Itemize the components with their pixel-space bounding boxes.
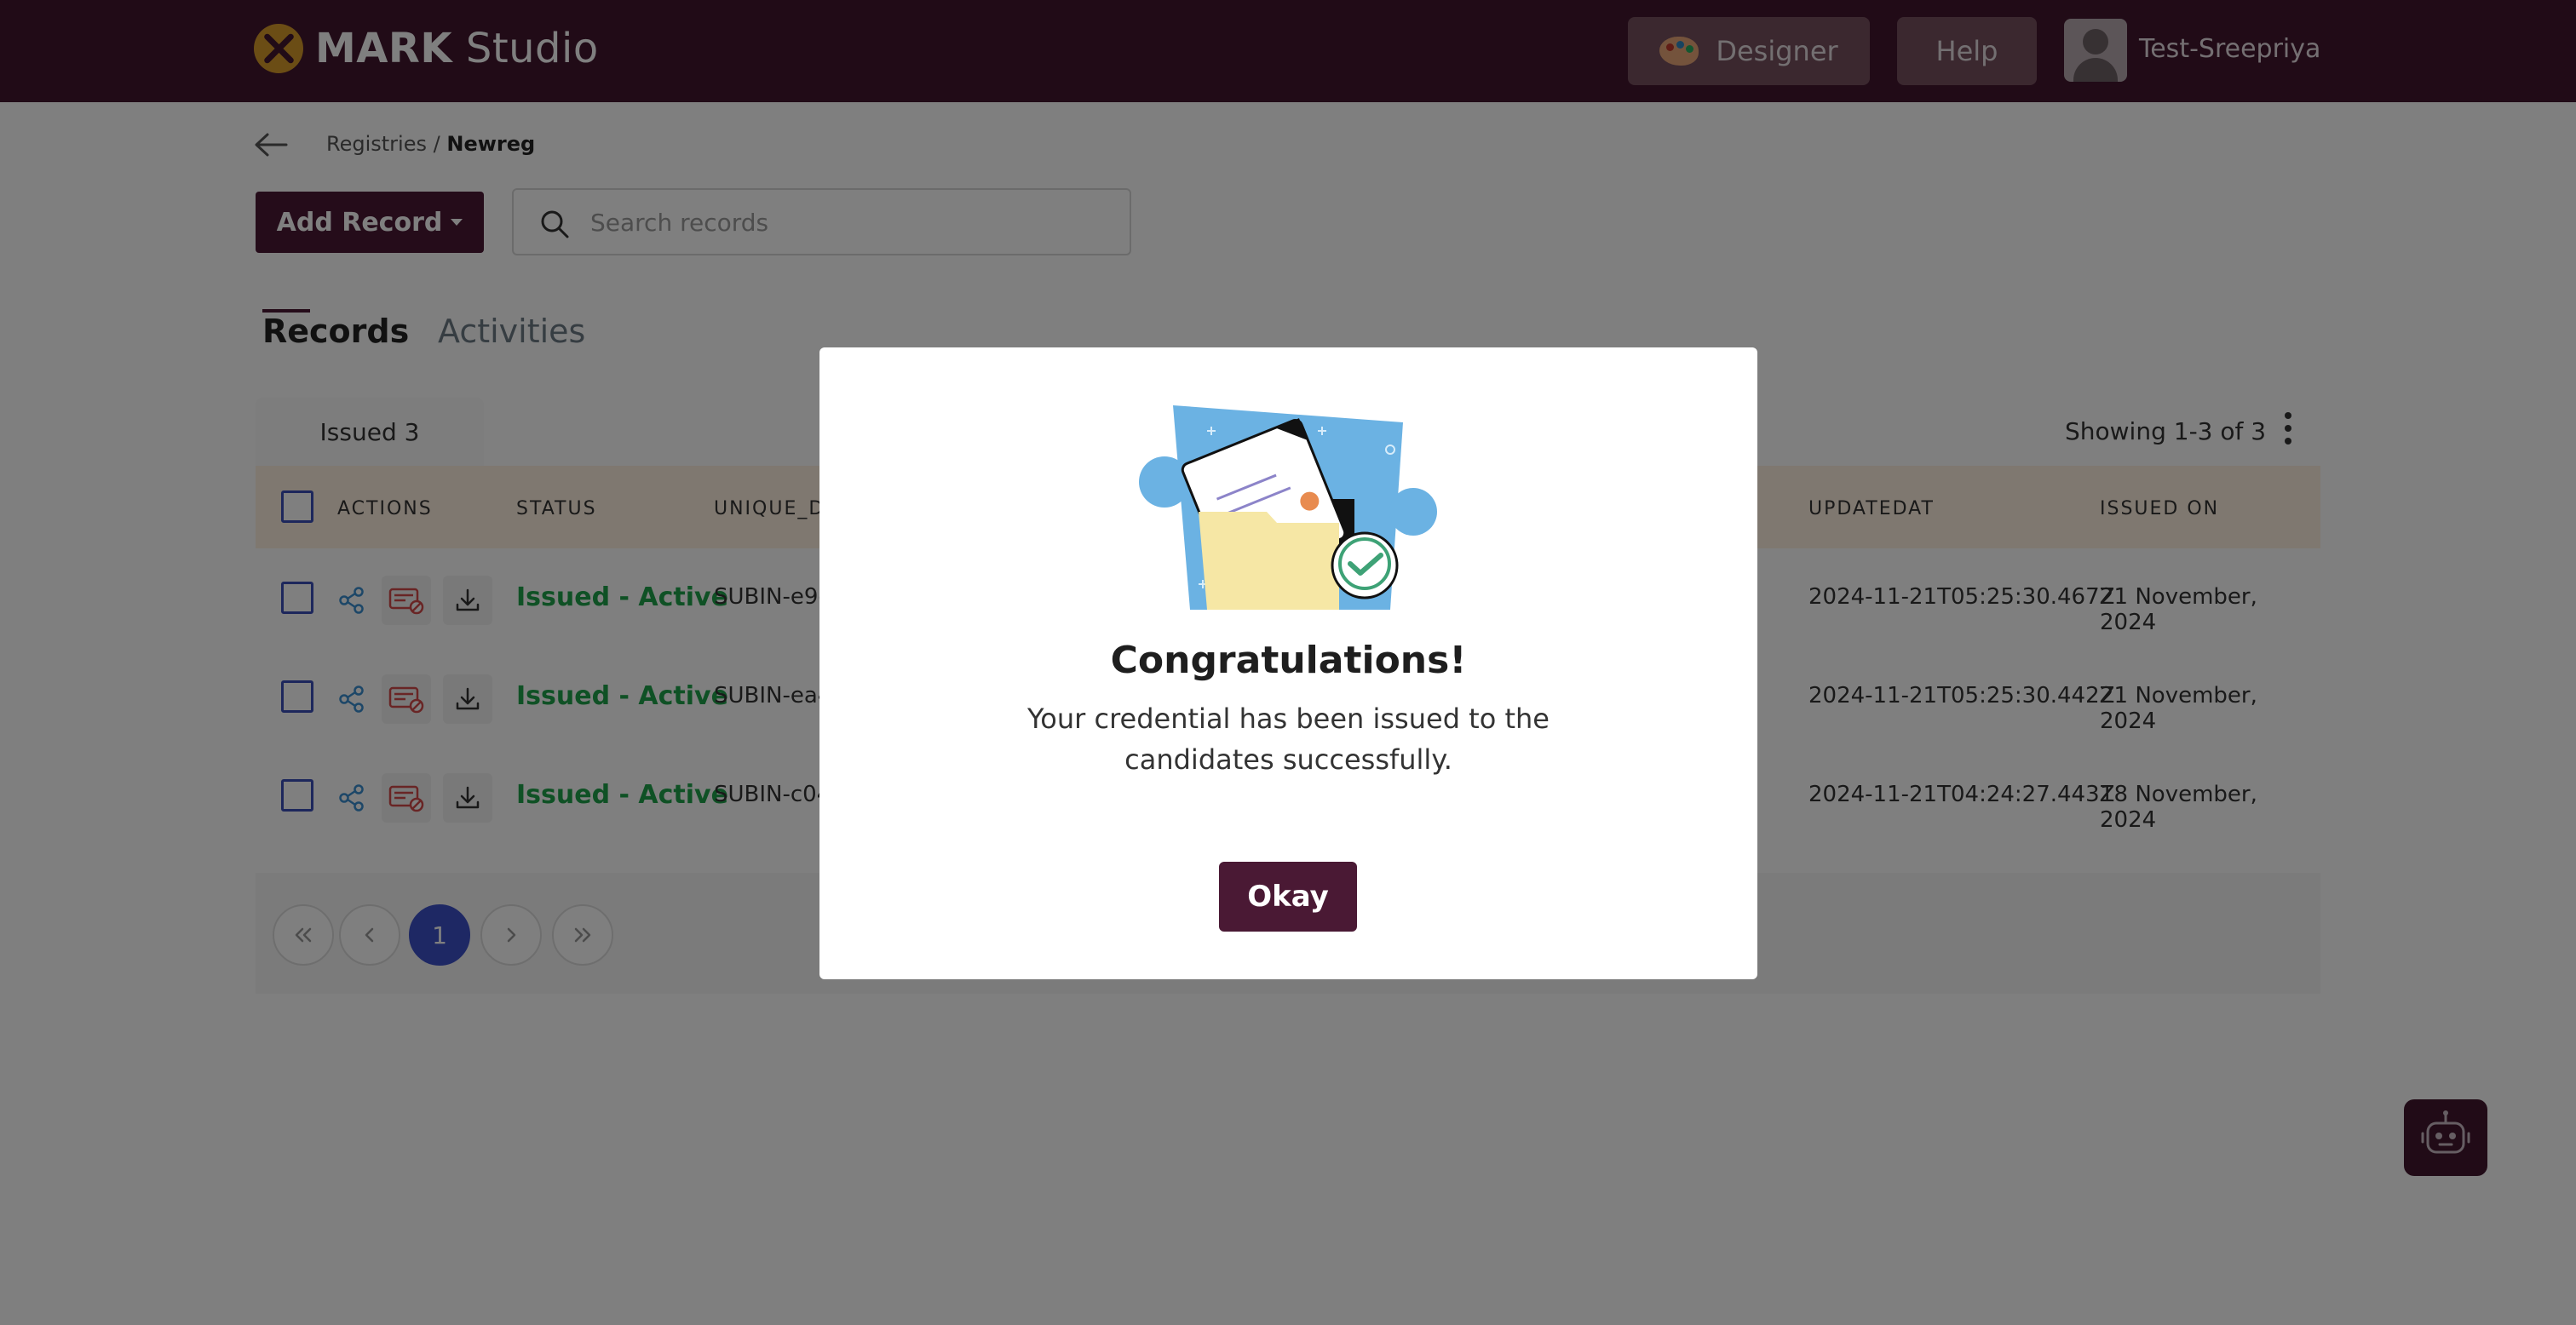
okay-button[interactable]: Okay xyxy=(1219,862,1357,932)
credential-issued-illustration xyxy=(1139,405,1437,610)
success-dialog: Congratulations! Your credential has bee… xyxy=(819,347,1757,979)
dialog-message: Your credential has been issued to the c… xyxy=(1027,703,1550,776)
dialog-title: Congratulations! xyxy=(1110,639,1467,682)
